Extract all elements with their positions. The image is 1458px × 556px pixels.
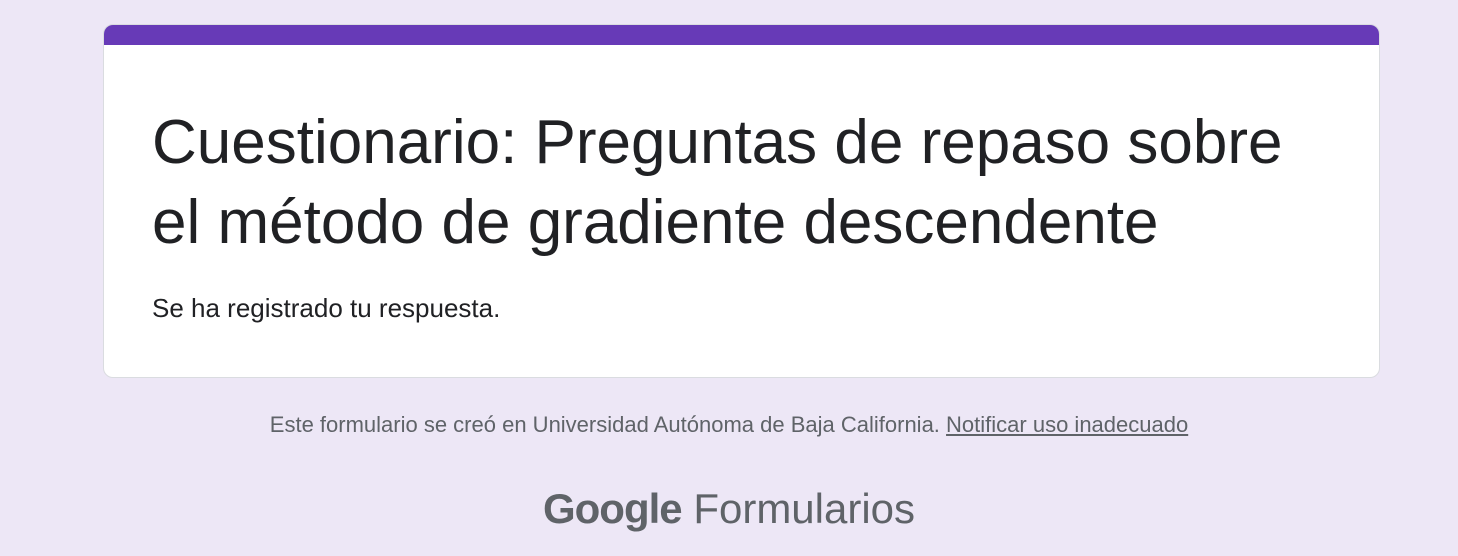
google-wordmark: Google [542,485,683,532]
confirmation-message: Se ha registrado tu respuesta. [152,293,501,323]
form-title: Cuestionario: Preguntas de repaso sobre … [152,108,1283,257]
google-forms-logo[interactable]: Google Formularios [0,482,1458,536]
report-abuse-link[interactable]: Notificar uso inadecuado [946,412,1188,437]
footer-created-text: Este formulario se creó en Universidad A… [269,412,940,437]
footer-note: Este formulario se creó en Universidad A… [0,410,1458,440]
card-accent-bar [104,25,1379,45]
response-card: Cuestionario: Preguntas de repaso sobre … [103,24,1380,378]
forms-wordmark: Formularios [693,485,916,532]
